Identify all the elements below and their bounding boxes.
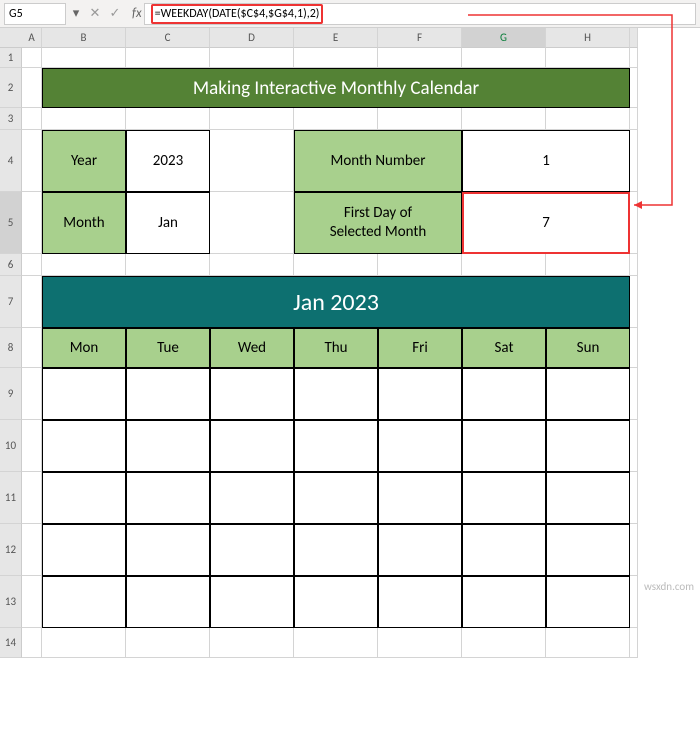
calendar-cell[interactable] [126, 524, 210, 576]
calendar-cell[interactable] [42, 420, 126, 472]
row-header[interactable]: 7 [0, 276, 22, 328]
calendar-cell[interactable] [210, 472, 294, 524]
cancel-icon[interactable]: ✕ [88, 6, 102, 21]
row-header[interactable]: 3 [0, 108, 22, 130]
year-label: Year [42, 130, 126, 192]
row-header[interactable]: 12 [0, 524, 22, 576]
first-day-label-l1: First Day of [344, 204, 412, 223]
calendar-cell[interactable] [210, 420, 294, 472]
calendar-cell[interactable] [294, 368, 378, 420]
calendar-cell[interactable] [42, 524, 126, 576]
col-header[interactable]: A [22, 28, 42, 48]
calendar-cell[interactable] [294, 576, 378, 628]
row-header[interactable]: 11 [0, 472, 22, 524]
month-number-value[interactable]: 1 [462, 130, 630, 192]
calendar-cell[interactable] [462, 472, 546, 524]
col-header[interactable]: C [126, 28, 210, 48]
calendar-cell[interactable] [378, 368, 462, 420]
calendar-cell[interactable] [294, 524, 378, 576]
day-header: Sun [546, 328, 630, 368]
watermark: wsxdn.com [644, 580, 694, 593]
row-header[interactable]: 8 [0, 328, 22, 368]
name-box[interactable]: G5 [4, 3, 66, 25]
calendar-cell[interactable] [462, 524, 546, 576]
col-header[interactable]: E [294, 28, 378, 48]
first-day-label: First Day of Selected Month [294, 192, 462, 254]
row-header[interactable]: 14 [0, 628, 22, 658]
row-header[interactable]: 6 [0, 254, 22, 276]
calendar-cell[interactable] [126, 368, 210, 420]
fx-icon[interactable]: fx [132, 6, 142, 21]
formula-bar[interactable]: =WEEKDAY(DATE($C$4,$G$4,1),2) [144, 3, 696, 25]
col-header[interactable]: H [546, 28, 630, 48]
calendar-cell[interactable] [42, 472, 126, 524]
row-header[interactable]: 2 [0, 68, 22, 108]
calendar-cell[interactable] [294, 472, 378, 524]
row-header[interactable]: 9 [0, 368, 22, 420]
calendar-cell[interactable] [294, 420, 378, 472]
calendar-cell[interactable] [546, 420, 630, 472]
formula-text: =WEEKDAY(DATE($C$4,$G$4,1),2) [151, 4, 324, 24]
row-header[interactable]: 10 [0, 420, 22, 472]
enter-icon[interactable]: ✓ [108, 6, 122, 21]
calendar-cell[interactable] [546, 524, 630, 576]
page-title: Making Interactive Monthly Calendar [42, 68, 630, 108]
calendar-cell[interactable] [210, 524, 294, 576]
year-month-box: Year 2023 Month Jan [42, 130, 210, 254]
calendar-cell[interactable] [42, 368, 126, 420]
name-box-dropdown[interactable]: ▾ [70, 6, 82, 21]
calendar-cell[interactable] [210, 368, 294, 420]
row-header[interactable]: 4 [0, 130, 22, 192]
first-day-label-l2: Selected Month [330, 223, 427, 242]
month-info-box: Month Number 1 First Day of Selected Mon… [294, 130, 630, 254]
name-box-value: G5 [9, 7, 23, 21]
month-label: Month [42, 192, 126, 254]
calendar-cell[interactable] [126, 472, 210, 524]
select-all[interactable] [0, 28, 22, 48]
row-header[interactable]: 1 [0, 48, 22, 68]
calendar-cell[interactable] [462, 576, 546, 628]
calendar-cell[interactable] [42, 576, 126, 628]
calendar-cell[interactable] [378, 524, 462, 576]
calendar-cell[interactable] [546, 576, 630, 628]
calendar-cell[interactable] [462, 420, 546, 472]
row-header[interactable]: 5 [0, 192, 22, 254]
calendar-cell[interactable] [210, 576, 294, 628]
calendar-cell[interactable] [546, 472, 630, 524]
day-header: Wed [210, 328, 294, 368]
calendar: Jan 2023 Mon Tue Wed Thu Fri Sat Sun [42, 276, 630, 628]
day-header: Fri [378, 328, 462, 368]
col-header[interactable]: D [210, 28, 294, 48]
day-header: Tue [126, 328, 210, 368]
calendar-cell[interactable] [462, 368, 546, 420]
calendar-cell[interactable] [378, 472, 462, 524]
calendar-cell[interactable] [126, 420, 210, 472]
row-header[interactable]: 13 [0, 576, 22, 628]
calendar-title: Jan 2023 [42, 276, 630, 328]
first-day-value[interactable]: 7 [462, 192, 630, 254]
month-number-label: Month Number [294, 130, 462, 192]
col-header[interactable]: B [42, 28, 126, 48]
year-value[interactable]: 2023 [126, 130, 210, 192]
calendar-cell[interactable] [126, 576, 210, 628]
calendar-cell[interactable] [378, 420, 462, 472]
calendar-cell[interactable] [546, 368, 630, 420]
col-header[interactable]: F [378, 28, 462, 48]
month-value[interactable]: Jan [126, 192, 210, 254]
day-header: Mon [42, 328, 126, 368]
col-header[interactable]: G [462, 28, 546, 48]
col-header[interactable] [630, 28, 638, 48]
calendar-cell[interactable] [378, 576, 462, 628]
day-header: Thu [294, 328, 378, 368]
day-header: Sat [462, 328, 546, 368]
